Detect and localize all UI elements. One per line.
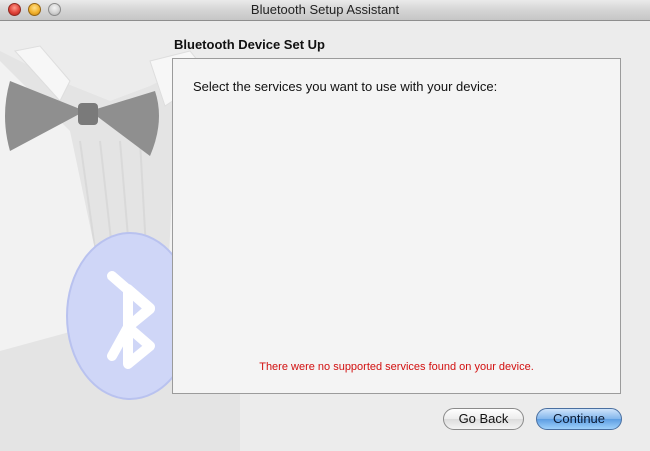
page-heading: Bluetooth Device Set Up [174,37,325,52]
bluetooth-setup-window: Bluetooth Setup Assistant Bluetooth Devi… [0,0,650,451]
window-title: Bluetooth Setup Assistant [250,2,400,17]
continue-button[interactable]: Continue [536,408,622,430]
services-prompt: Select the services you want to use with… [193,79,498,94]
title-bar: Bluetooth Setup Assistant [0,0,650,21]
no-services-error: There were no supported services found o… [259,361,534,373]
go-back-button[interactable]: Go Back [443,408,524,430]
services-list-panel[interactable]: Select the services you want to use with… [172,58,621,394]
